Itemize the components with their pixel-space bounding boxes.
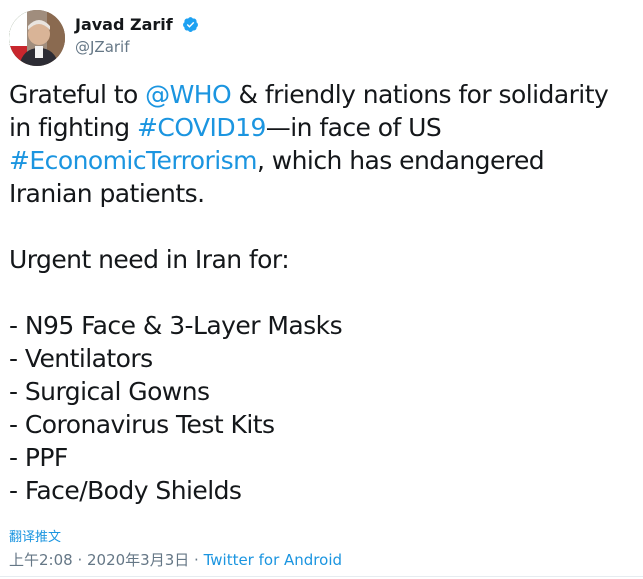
tweet-text: Grateful to @WHO & friendly nations for … xyxy=(9,78,643,507)
urgent-heading: Urgent need in Iran for: xyxy=(9,245,290,274)
author-handle[interactable]: @JZarif xyxy=(75,36,199,58)
profile-photo-icon xyxy=(9,10,65,66)
divider xyxy=(0,576,643,577)
list-item: - Coronavirus Test Kits xyxy=(9,410,275,439)
tweet-card: Javad Zarif @JZarif Grateful to @WHO & f… xyxy=(0,0,643,579)
text-segment: Grateful to xyxy=(9,80,146,109)
list-item: - N95 Face & 3-Layer Masks xyxy=(9,311,343,340)
translate-tweet-link[interactable]: 翻译推文 xyxy=(9,529,61,547)
tweet-line-2: in fighting #COVID19—in face of US xyxy=(9,111,643,144)
text-segment: & friendly nations for solidarity xyxy=(231,80,609,109)
meta-separator: · xyxy=(72,551,87,569)
list-item: - PPF xyxy=(9,443,68,472)
tweet-source-link[interactable]: Twitter for Android xyxy=(204,551,342,569)
list-item: - Surgical Gowns xyxy=(9,377,210,406)
verified-badge-icon xyxy=(182,17,198,32)
tweet-line-1: Grateful to @WHO & friendly nations for … xyxy=(9,78,643,111)
text-segment: in fighting xyxy=(9,113,138,142)
tweet-line-3: #EconomicTerrorism, which has endangered xyxy=(9,144,643,177)
avatar[interactable] xyxy=(9,10,65,66)
text-segment: —in face of US xyxy=(265,113,442,142)
author-names[interactable]: Javad Zarif @JZarif xyxy=(75,14,199,58)
tweet-time[interactable]: 上午2:08 xyxy=(9,551,73,569)
mention-who-link[interactable]: @WHO xyxy=(145,80,232,109)
hashtag-economic-terrorism-link[interactable]: #EconomicTerrorism xyxy=(9,146,257,175)
tweet-date[interactable]: 2020年3月3日 xyxy=(87,551,189,569)
tweet-meta: 上午2:08 · 2020年3月3日 · Twitter for Android xyxy=(9,550,342,570)
meta-separator: · xyxy=(189,551,204,569)
list-item: - Ventilators xyxy=(9,344,153,373)
text-segment: , which has endangered xyxy=(256,146,545,175)
list-item: - Face/Body Shields xyxy=(9,476,242,505)
display-name[interactable]: Javad Zarif xyxy=(75,15,173,34)
hashtag-covid19-link[interactable]: #COVID19 xyxy=(137,113,266,142)
tweet-line-4: Iranian patients. xyxy=(9,179,205,208)
